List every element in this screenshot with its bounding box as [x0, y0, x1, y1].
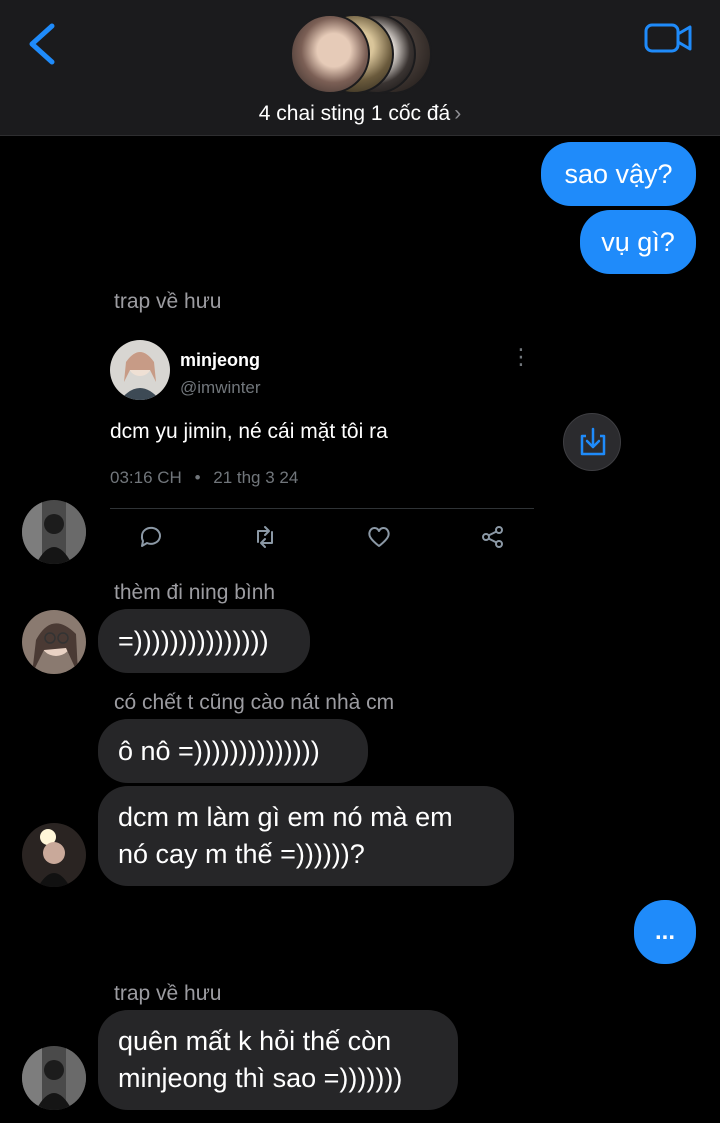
avatar[interactable]	[22, 823, 86, 887]
video-call-icon[interactable]	[644, 22, 692, 54]
typing-indicator-bubble: ...	[634, 900, 696, 964]
incoming-message[interactable]: ô nô =))))))))))))))	[98, 719, 368, 783]
message-text-line: minjeong thì sao =)))))))	[118, 1063, 403, 1093]
group-title[interactable]: 4 chai sting 1 cốc đá ›	[0, 102, 720, 126]
chat-header: 4 chai sting 1 cốc đá ›	[0, 0, 720, 136]
back-chevron-icon[interactable]	[26, 22, 60, 66]
download-icon	[580, 427, 606, 456]
shared-tweet-card[interactable]: minjeong @imwinter ⋮ dcm yu jimin, né cá…	[90, 322, 544, 572]
reply-icon[interactable]	[138, 524, 164, 550]
tweet-author-name: minjeong	[180, 350, 260, 370]
group-avatar-1	[290, 14, 370, 94]
tweet-time: 03:16 CH	[110, 468, 182, 487]
message-text: vụ gì?	[601, 227, 675, 257]
group-name-text: 4 chai sting 1 cốc đá	[258, 102, 451, 125]
incoming-message[interactable]: quên mất k hỏi thế còn minjeong thì sao …	[98, 1010, 458, 1110]
more-options-icon[interactable]: ⋮	[510, 346, 532, 370]
group-avatars[interactable]	[290, 14, 432, 94]
message-text-line: nó cay m thế =))))))?	[118, 839, 365, 869]
outgoing-message[interactable]: vụ gì?	[580, 210, 696, 274]
message-text: ô nô =))))))))))))))	[118, 736, 320, 766]
tweet-avatar	[110, 340, 170, 400]
divider	[110, 508, 534, 509]
avatar[interactable]	[22, 500, 86, 564]
avatar[interactable]	[22, 610, 86, 674]
message-text-line: dcm m làm gì em nó mà em	[118, 802, 453, 832]
incoming-message[interactable]: =)))))))))))))))	[98, 609, 310, 673]
tweet-author-handle: @imwinter	[180, 378, 261, 397]
message-text-line: quên mất k hỏi thế còn	[118, 1026, 392, 1056]
tweet-timestamp: 03:16 CH • 21 thg 3 24	[110, 468, 298, 488]
sender-name: trap về hưu	[114, 290, 222, 313]
save-to-device-button[interactable]	[563, 413, 621, 471]
avatar[interactable]	[22, 1046, 86, 1110]
sender-name: thèm đi ning bình	[114, 581, 276, 604]
tweet-date: 21 thg 3 24	[213, 468, 299, 487]
tweet-text: dcm yu jimin, né cái mặt tôi ra	[110, 420, 388, 443]
sender-name: có chết t cũng cào nát nhà cm	[114, 691, 395, 714]
sender-name: trap về hưu	[114, 982, 222, 1005]
incoming-message[interactable]: dcm m làm gì em nó mà em nó cay m thế =)…	[98, 786, 514, 886]
like-heart-icon[interactable]	[366, 524, 392, 550]
message-text: sao vậy?	[564, 159, 673, 189]
share-icon[interactable]	[480, 524, 506, 550]
message-text: =)))))))))))))))	[118, 626, 269, 656]
chevron-right-icon: ›	[454, 102, 462, 125]
typing-dots: ...	[654, 918, 675, 945]
outgoing-message[interactable]: sao vậy?	[541, 142, 696, 206]
separator-dot: •	[194, 468, 201, 487]
retweet-icon[interactable]	[252, 524, 278, 550]
